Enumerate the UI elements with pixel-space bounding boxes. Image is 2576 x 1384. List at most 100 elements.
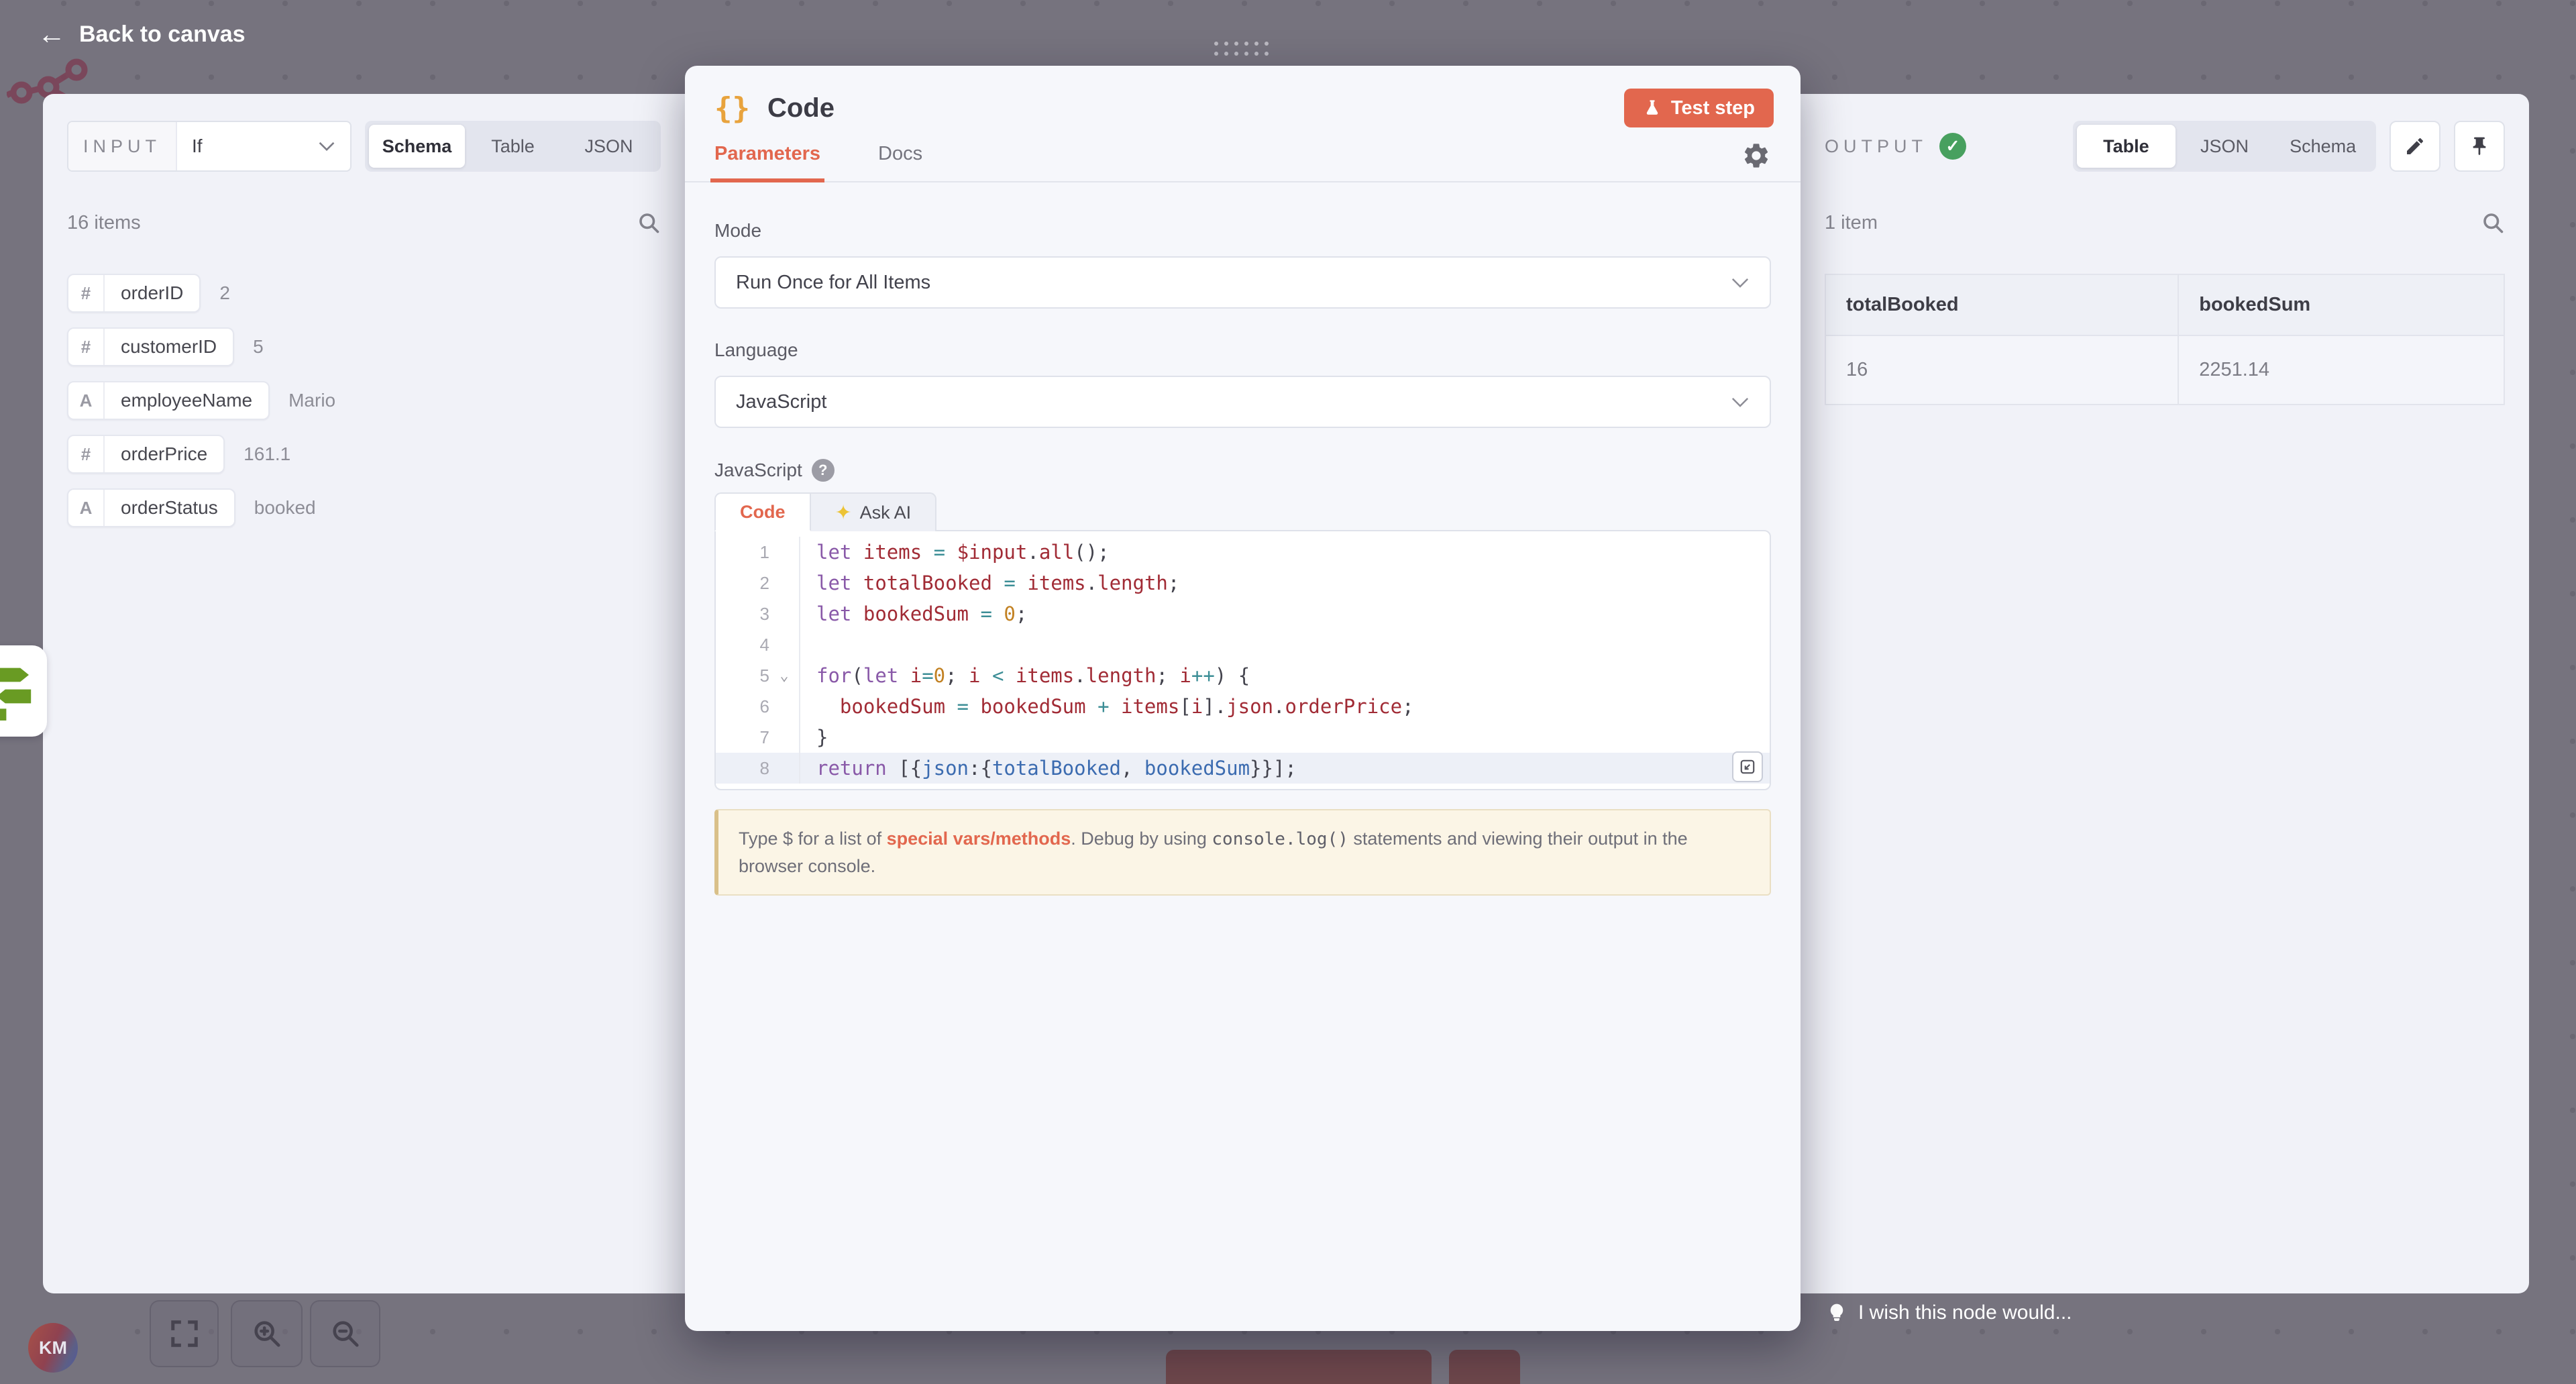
code-line[interactable]: 8 return [{json:{totalBooked, bookedSum}}… — [716, 753, 1770, 784]
input-tab-schema[interactable]: Schema — [369, 125, 465, 168]
zoom-out-icon — [330, 1318, 361, 1349]
node-title[interactable]: Code — [767, 93, 1624, 123]
output-view-tabs: Table JSON Schema — [2073, 121, 2376, 172]
code-text: let items = $input.all(); — [799, 537, 1770, 568]
code-text: } — [799, 722, 1770, 753]
hint-text: console.log() — [1212, 829, 1348, 849]
code-node-icon: {} — [714, 91, 750, 125]
code-text: return [{json:{totalBooked, bookedSum}}]… — [799, 753, 1770, 784]
zoom-to-fit-button[interactable] — [150, 1300, 219, 1367]
line-number: 7 — [716, 727, 769, 748]
fold-chevron-icon[interactable]: ⌄ — [769, 668, 799, 684]
schema-item-pill[interactable]: #orderPrice — [67, 435, 225, 474]
expand-editor-button[interactable] — [1732, 751, 1763, 782]
input-tab-table[interactable]: Table — [465, 125, 561, 168]
search-icon[interactable] — [2481, 211, 2505, 235]
line-number: 3 — [716, 604, 769, 625]
code-line[interactable]: 5⌄for(let i=0; i < items.length; i++) { — [716, 660, 1770, 691]
output-subheader-row: 1 item — [1825, 209, 2505, 236]
javascript-label: JavaScript — [714, 460, 802, 481]
test-step-button[interactable]: Test step — [1624, 89, 1774, 127]
output-column-header: bookedSum — [2178, 274, 2504, 335]
line-number: 2 — [716, 573, 769, 594]
ndv-drag-handle[interactable] — [1214, 42, 1269, 56]
tab-docs[interactable]: Docs — [878, 143, 922, 181]
edit-output-button[interactable] — [2390, 121, 2440, 172]
code-line[interactable]: 1let items = $input.all(); — [716, 537, 1770, 568]
line-number: 8 — [716, 758, 769, 779]
zoom-out-button[interactable] — [310, 1300, 380, 1367]
node-settings-button[interactable] — [1741, 141, 1771, 170]
special-vars-link[interactable]: special vars/methods — [887, 829, 1071, 849]
schema-item[interactable]: #orderPrice 161.1 — [67, 435, 661, 474]
mode-select[interactable]: Run Once for All Items — [714, 256, 1771, 309]
schema-item-key: orderPrice — [105, 443, 223, 465]
zoom-in-button[interactable] — [231, 1300, 303, 1367]
input-header-row: INPUT If Schema Table JSON — [67, 121, 661, 172]
help-icon[interactable]: ? — [812, 459, 835, 482]
schema-item[interactable]: #orderID2 — [67, 274, 661, 313]
node-detail-view: {} Code Test step Parameters Docs Mode R… — [685, 66, 1801, 1331]
pencil-icon — [2404, 136, 2426, 157]
schema-item-value: 161.1 — [244, 443, 290, 465]
mode-select-value: Run Once for All Items — [736, 272, 930, 294]
string-type-icon: A — [68, 382, 105, 419]
code-line[interactable]: 6 bookedSum = bookedSum + items[i].json.… — [716, 691, 1770, 722]
schema-item-key: customerID — [105, 336, 233, 358]
back-to-canvas-label: Back to canvas — [79, 21, 246, 48]
back-arrow-icon: ← — [38, 20, 66, 48]
avatar[interactable]: KM — [28, 1323, 78, 1373]
input-items-count: 16 items — [67, 212, 141, 234]
code-line[interactable]: 7} — [716, 722, 1770, 753]
tab-parameters[interactable]: Parameters — [714, 143, 820, 181]
node-header: {} Code Test step — [685, 66, 1801, 130]
lightbulb-icon — [1826, 1302, 1847, 1324]
hint-text: . Debug by using — [1071, 829, 1212, 849]
chevron-down-icon — [1731, 396, 1750, 408]
editor-tab-ask-ai[interactable]: ✦ Ask AI — [811, 492, 937, 531]
code-text: let totalBooked = items.length; — [799, 568, 1770, 598]
wish-this-node-button[interactable]: I wish this node would... — [1826, 1301, 2072, 1324]
output-items-count: 1 item — [1825, 212, 1878, 234]
input-tab-json[interactable]: JSON — [561, 125, 657, 168]
code-line[interactable]: 2 let totalBooked = items.length; — [716, 568, 1770, 598]
schema-list: #orderID2 #customerID5 AemployeeName Mario #… — [67, 274, 661, 527]
code-line[interactable]: 4 — [716, 629, 1770, 660]
output-tab-schema[interactable]: Schema — [2273, 125, 2372, 168]
schema-item-value: Mario — [288, 390, 335, 411]
schema-item-pill[interactable]: AorderStatus — [67, 488, 235, 527]
output-tab-json[interactable]: JSON — [2176, 125, 2274, 168]
input-node-selector-value: If — [177, 136, 318, 157]
schema-item-key: orderID — [105, 282, 199, 304]
input-view-tabs: Schema Table JSON — [365, 121, 661, 172]
if-node-icon[interactable] — [0, 645, 47, 737]
editor-tab-code[interactable]: Code — [714, 492, 811, 531]
schema-item-pill[interactable]: #orderID — [67, 274, 201, 313]
line-number: 6 — [716, 696, 769, 717]
search-icon[interactable] — [637, 211, 661, 235]
back-to-canvas-button[interactable]: ← Back to canvas — [38, 20, 246, 48]
ask-ai-label: Ask AI — [860, 502, 912, 523]
output-tab-table[interactable]: Table — [2077, 125, 2176, 168]
schema-item[interactable]: AemployeeName Mario — [67, 381, 661, 420]
schema-item[interactable]: #customerID5 — [67, 327, 661, 366]
pin-data-button[interactable] — [2454, 121, 2505, 172]
language-select[interactable]: JavaScript — [714, 376, 1771, 428]
schema-item[interactable]: AorderStatusbooked — [67, 488, 661, 527]
output-table: totalBookedbookedSum 162251.14 — [1825, 274, 2505, 405]
code-text: bookedSum = bookedSum + items[i].json.or… — [799, 691, 1770, 722]
schema-item-pill[interactable]: AemployeeName — [67, 381, 270, 420]
test-workflow-button-dimmed — [1166, 1350, 1432, 1384]
output-table-cell: 2251.14 — [2178, 335, 2504, 405]
expand-icon — [1739, 758, 1756, 776]
schema-item-key: employeeName — [105, 390, 268, 411]
code-editor[interactable]: 1let items = $input.all(); 2 let totalBook… — [714, 530, 1771, 790]
schema-item-pill[interactable]: #customerID — [67, 327, 234, 366]
code-lines: 1let items = $input.all(); 2 let totalBook… — [716, 537, 1770, 784]
code-line[interactable]: 3 let bookedSum = 0; — [716, 598, 1770, 629]
number-type-icon: # — [68, 329, 105, 365]
editor-hint-callout: Type $ for a list of special vars/method… — [714, 809, 1771, 896]
input-node-selector[interactable]: INPUT If — [67, 121, 352, 172]
code-text: let bookedSum = 0; — [799, 598, 1770, 629]
node-tabbar: Parameters Docs — [685, 130, 1801, 182]
